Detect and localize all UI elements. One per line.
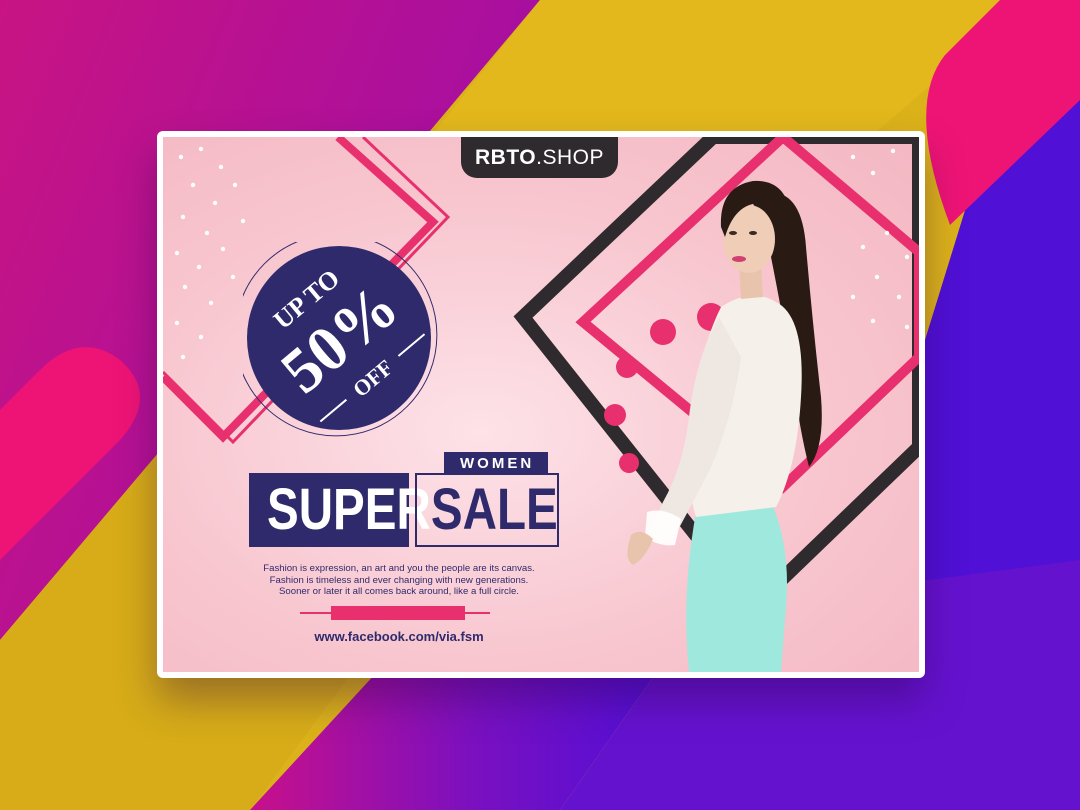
description-line: Fashion is expression, an art and you th… <box>263 563 535 574</box>
description: Fashion is expression, an art and you th… <box>229 563 569 598</box>
women-tag: WOMEN <box>444 452 549 475</box>
headline-sale: SALE <box>415 473 559 547</box>
headline-super-text: SUPER <box>266 477 431 542</box>
brand-name-bold: RBTO <box>475 146 537 169</box>
banner: RBTO.SHOP UP TO 50% OFF WOMEN SUPER SALE… <box>163 137 919 672</box>
model-photo <box>627 180 822 672</box>
description-line: Sooner or later it all comes back around… <box>279 586 519 597</box>
headline-sale-text: SALE <box>430 477 558 542</box>
divider-bar <box>331 606 465 620</box>
description-line: Fashion is timeless and ever changing wi… <box>269 574 529 586</box>
brand-name-light: .SHOP <box>536 146 604 169</box>
discount-badge: UP TO 50% OFF <box>243 242 438 437</box>
sale-banner-card: RBTO.SHOP UP TO 50% OFF WOMEN SUPER SALE… <box>157 131 925 678</box>
headline-super: SUPER <box>249 473 431 547</box>
website-link[interactable]: www.facebook.com/via.fsm <box>229 629 569 644</box>
brand-logo: RBTO.SHOP <box>461 137 618 178</box>
